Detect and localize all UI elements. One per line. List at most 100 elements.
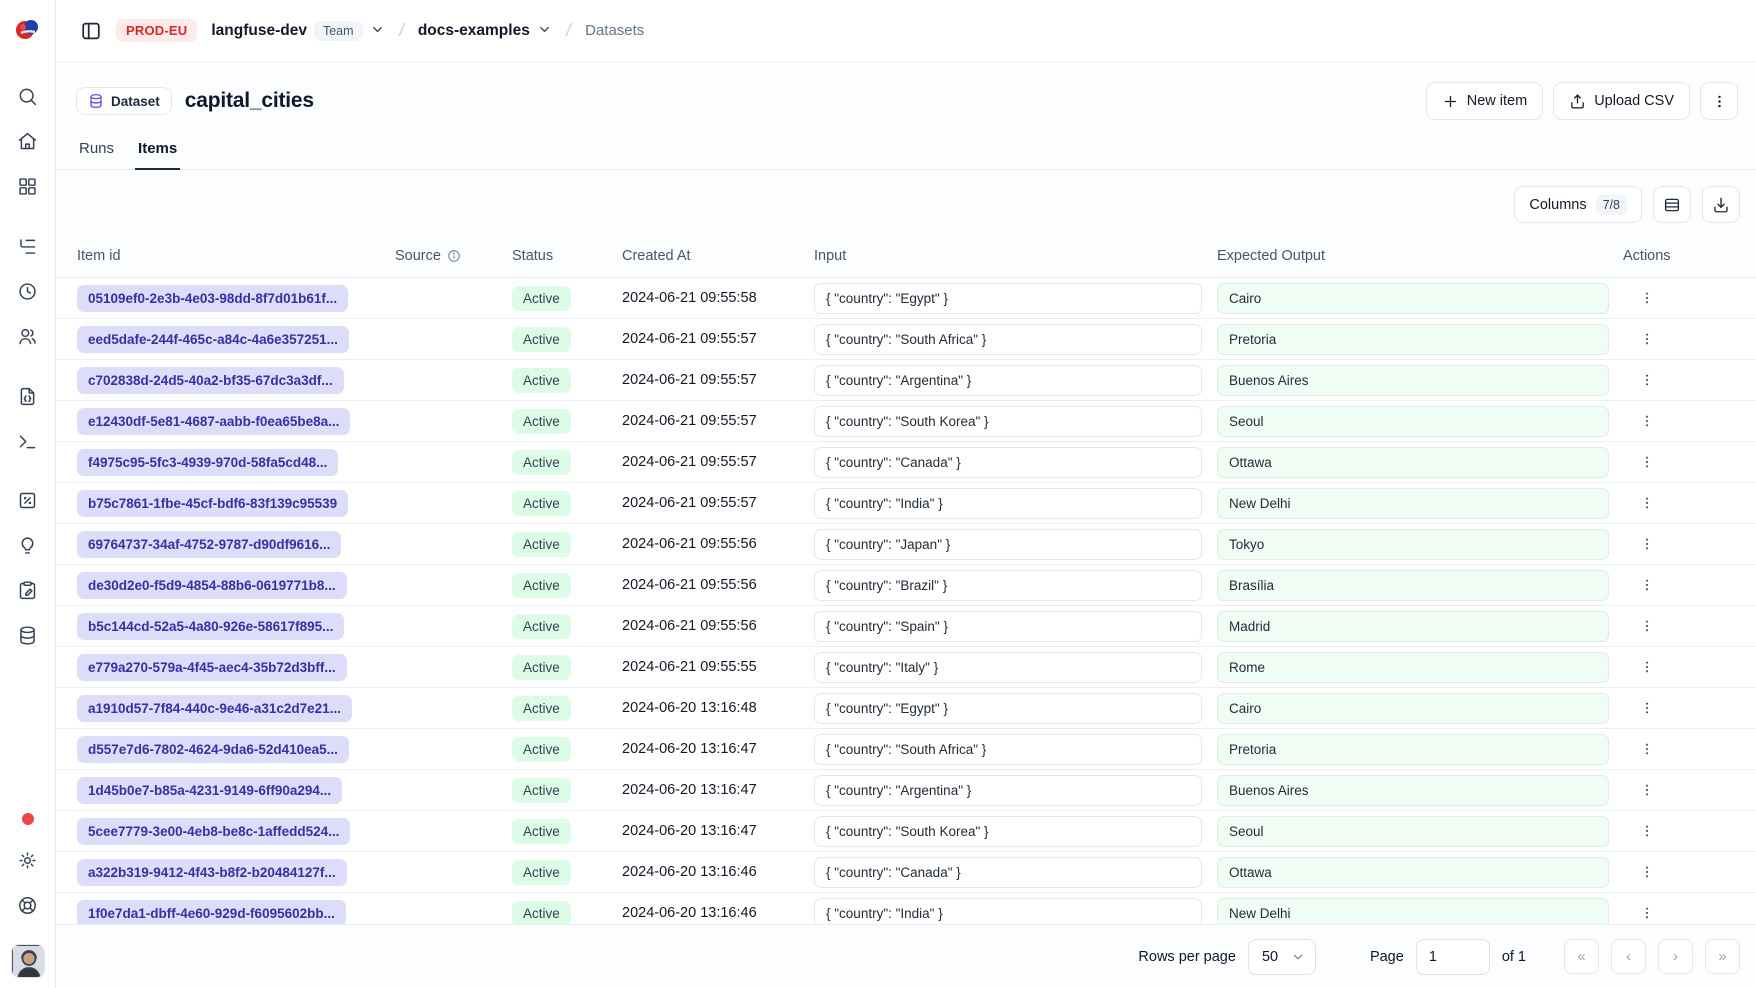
llm-judge-lightbulb-icon[interactable] bbox=[12, 529, 44, 561]
row-actions-button[interactable] bbox=[1635, 737, 1659, 761]
input-cell[interactable]: { "country": "Egypt" } bbox=[814, 283, 1202, 314]
expected-output-cell[interactable]: Seoul bbox=[1217, 406, 1609, 437]
input-cell[interactable]: { "country": "South Africa" } bbox=[814, 734, 1202, 765]
upload-csv-button[interactable]: Upload CSV bbox=[1553, 82, 1690, 120]
item-id-link[interactable]: 05109ef0-2e3b-4e03-98dd-8f7d01b61f... bbox=[77, 285, 348, 312]
expected-output-cell[interactable]: Tokyo bbox=[1217, 529, 1609, 560]
input-cell[interactable]: { "country": "South Africa" } bbox=[814, 324, 1202, 355]
input-cell[interactable]: { "country": "Egypt" } bbox=[814, 693, 1202, 724]
table-row: c702838d-24d5-40a2-bf35-67dc3a3df... Act… bbox=[56, 359, 1756, 400]
expected-output-cell[interactable]: Pretoria bbox=[1217, 324, 1609, 355]
row-actions-button[interactable] bbox=[1635, 573, 1659, 597]
input-cell[interactable]: { "country": "Japan" } bbox=[814, 529, 1202, 560]
sessions-clock-icon[interactable] bbox=[12, 275, 44, 307]
expected-output-cell[interactable]: Brasília bbox=[1217, 570, 1609, 601]
expected-output-cell[interactable]: Cairo bbox=[1217, 693, 1609, 724]
row-actions-button[interactable] bbox=[1635, 286, 1659, 310]
row-actions-button[interactable] bbox=[1635, 409, 1659, 433]
item-id-link[interactable]: d557e7d6-7802-4624-9da6-52d410ea5... bbox=[77, 736, 349, 763]
row-actions-button[interactable] bbox=[1635, 532, 1659, 556]
new-item-button[interactable]: New item bbox=[1426, 82, 1543, 120]
expected-output-cell[interactable]: Cairo bbox=[1217, 283, 1609, 314]
sidebar-toggle-icon[interactable] bbox=[80, 20, 102, 42]
expected-output-cell[interactable]: Seoul bbox=[1217, 816, 1609, 847]
support-lifebuoy-icon[interactable] bbox=[12, 889, 44, 921]
expected-output-cell[interactable]: Pretoria bbox=[1217, 734, 1609, 765]
page-kebab-menu-button[interactable] bbox=[1700, 82, 1738, 120]
item-id-link[interactable]: eed5dafe-244f-465c-a84c-4a6e357251... bbox=[77, 326, 349, 353]
row-actions-button[interactable] bbox=[1635, 450, 1659, 474]
export-download-button[interactable] bbox=[1702, 186, 1740, 223]
langfuse-logo-icon[interactable] bbox=[14, 16, 42, 44]
home-icon[interactable] bbox=[12, 125, 44, 157]
row-height-button[interactable] bbox=[1653, 186, 1691, 223]
expected-output-cell[interactable]: Rome bbox=[1217, 652, 1609, 683]
expected-output-cell[interactable]: Ottawa bbox=[1217, 447, 1609, 478]
annotation-clipboard-icon[interactable] bbox=[12, 574, 44, 606]
row-actions-button[interactable] bbox=[1635, 860, 1659, 884]
first-page-button[interactable]: « bbox=[1564, 939, 1599, 974]
expected-output-cell[interactable]: Buenos Aires bbox=[1217, 775, 1609, 806]
recording-status-icon[interactable] bbox=[12, 803, 44, 835]
row-actions-button[interactable] bbox=[1635, 491, 1659, 515]
prompts-file-icon[interactable] bbox=[12, 380, 44, 412]
datasets-database-icon[interactable] bbox=[12, 619, 44, 651]
input-cell[interactable]: { "country": "India" } bbox=[814, 488, 1202, 519]
expected-output-cell[interactable]: New Delhi bbox=[1217, 488, 1609, 519]
input-cell[interactable]: { "country": "Argentina" } bbox=[814, 775, 1202, 806]
item-id-link[interactable]: e779a270-579a-4f45-aec4-35b72d3bff... bbox=[77, 654, 347, 681]
next-page-button[interactable]: › bbox=[1658, 939, 1693, 974]
tab-items[interactable]: Items bbox=[135, 132, 180, 170]
org-switcher[interactable]: langfuse-dev Team bbox=[211, 21, 384, 41]
item-id-link[interactable]: b75c7861-1fbe-45cf-bdf6-83f139c95539 bbox=[77, 490, 348, 517]
item-id-link[interactable]: 5cee7779-3e00-4eb8-be8c-1affedd524... bbox=[77, 818, 350, 845]
row-actions-button[interactable] bbox=[1635, 327, 1659, 351]
expected-output-cell[interactable]: Buenos Aires bbox=[1217, 365, 1609, 396]
input-cell[interactable]: { "country": "South Korea" } bbox=[814, 406, 1202, 437]
expected-output-cell[interactable]: New Delhi bbox=[1217, 898, 1609, 925]
playground-terminal-icon[interactable] bbox=[12, 425, 44, 457]
rows-per-page-select[interactable]: 50 bbox=[1248, 939, 1316, 975]
row-actions-button[interactable] bbox=[1635, 901, 1659, 924]
row-actions-button[interactable] bbox=[1635, 696, 1659, 720]
input-cell[interactable]: { "country": "India" } bbox=[814, 898, 1202, 925]
input-cell[interactable]: { "country": "Canada" } bbox=[814, 447, 1202, 478]
item-id-link[interactable]: a1910d57-7f84-440c-9e46-a31c2d7e21... bbox=[77, 695, 352, 722]
status-badge: Active bbox=[512, 368, 571, 393]
evaluation-icon[interactable] bbox=[12, 484, 44, 516]
user-avatar[interactable] bbox=[11, 944, 45, 978]
prev-page-button[interactable]: ‹ bbox=[1611, 939, 1646, 974]
input-cell[interactable]: { "country": "Italy" } bbox=[814, 652, 1202, 683]
tab-runs[interactable]: Runs bbox=[76, 132, 117, 170]
columns-button[interactable]: Columns 7/8 bbox=[1514, 186, 1642, 223]
dashboards-icon[interactable] bbox=[12, 170, 44, 202]
item-id-link[interactable]: c702838d-24d5-40a2-bf35-67dc3a3df... bbox=[77, 367, 344, 394]
row-actions-button[interactable] bbox=[1635, 655, 1659, 679]
tracing-icon[interactable] bbox=[12, 230, 44, 262]
item-id-link[interactable]: 69764737-34af-4752-9787-d90df9616... bbox=[77, 531, 341, 558]
settings-gear-icon[interactable] bbox=[12, 844, 44, 876]
row-actions-button[interactable] bbox=[1635, 368, 1659, 392]
item-id-link[interactable]: a322b319-9412-4f43-b8f2-b20484127f... bbox=[77, 859, 347, 886]
input-cell[interactable]: { "country": "South Korea" } bbox=[814, 816, 1202, 847]
item-id-link[interactable]: f4975c95-5fc3-4939-970d-58fa5cd48... bbox=[77, 449, 338, 476]
search-icon[interactable] bbox=[12, 80, 44, 112]
item-id-link[interactable]: b5c144cd-52a5-4a80-926e-58617f895... bbox=[77, 613, 344, 640]
input-cell[interactable]: { "country": "Argentina" } bbox=[814, 365, 1202, 396]
input-cell[interactable]: { "country": "Canada" } bbox=[814, 857, 1202, 888]
row-actions-button[interactable] bbox=[1635, 819, 1659, 843]
project-switcher[interactable]: docs-examples bbox=[418, 22, 552, 40]
page-number-input[interactable] bbox=[1416, 939, 1490, 975]
item-id-link[interactable]: e12430df-5e81-4687-aabb-f0ea65be8a... bbox=[77, 408, 350, 435]
item-id-link[interactable]: de30d2e0-f5d9-4854-88b6-0619771b8... bbox=[77, 572, 347, 599]
row-actions-button[interactable] bbox=[1635, 614, 1659, 638]
row-actions-button[interactable] bbox=[1635, 778, 1659, 802]
last-page-button[interactable]: » bbox=[1705, 939, 1740, 974]
expected-output-cell[interactable]: Ottawa bbox=[1217, 857, 1609, 888]
users-icon[interactable] bbox=[12, 320, 44, 352]
expected-output-cell[interactable]: Madrid bbox=[1217, 611, 1609, 642]
input-cell[interactable]: { "country": "Brazil" } bbox=[814, 570, 1202, 601]
item-id-link[interactable]: 1f0e7da1-dbff-4e60-929d-f6095602bb... bbox=[77, 900, 346, 925]
input-cell[interactable]: { "country": "Spain" } bbox=[814, 611, 1202, 642]
item-id-link[interactable]: 1d45b0e7-b85a-4231-9149-6ff90a294... bbox=[77, 777, 342, 804]
